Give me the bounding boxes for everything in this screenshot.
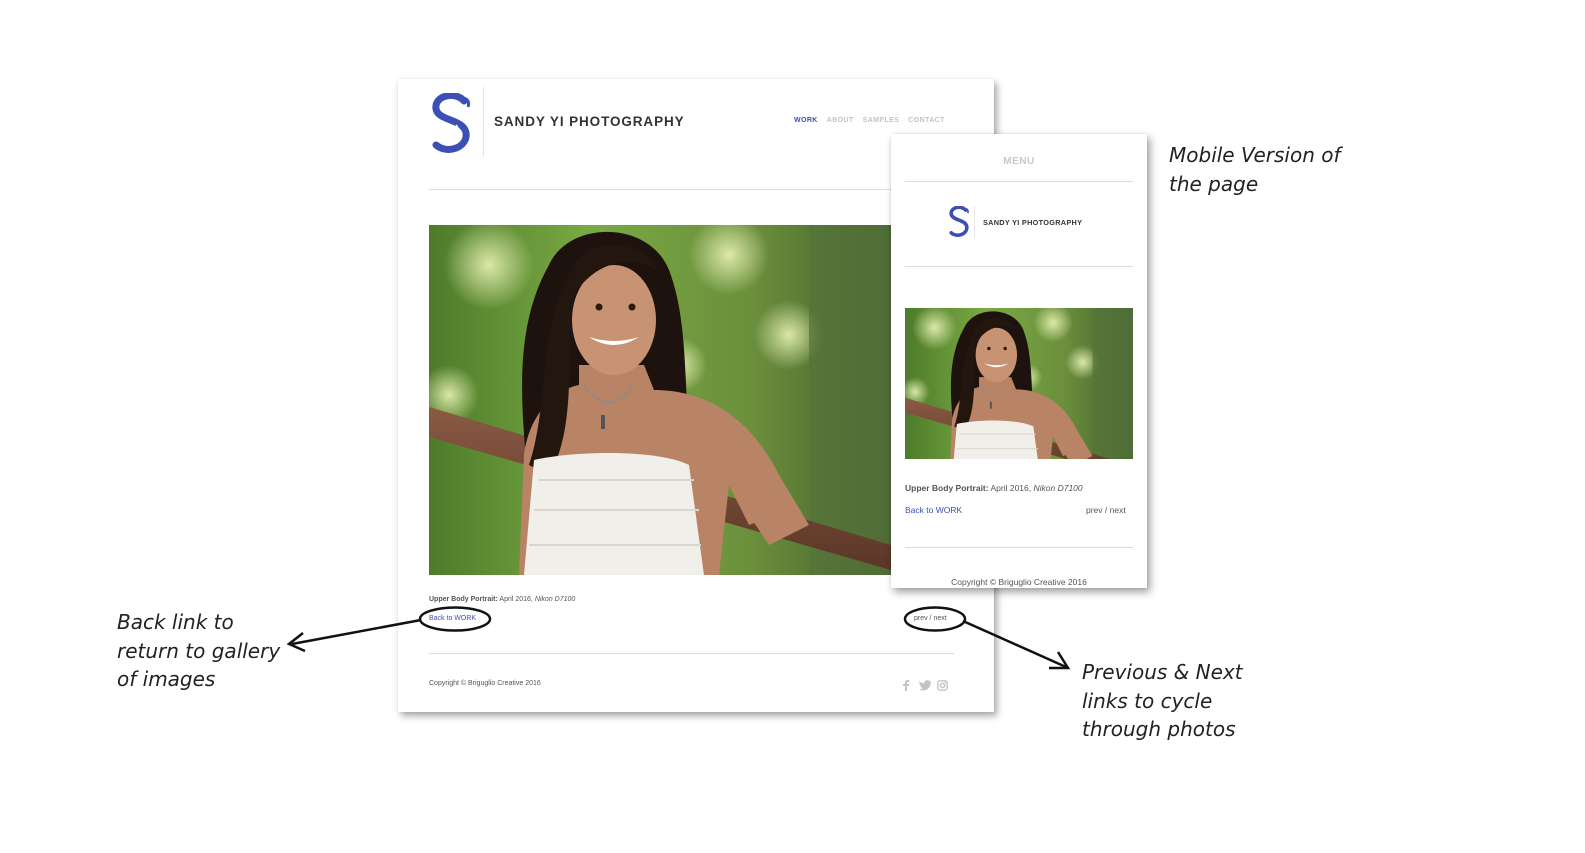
mobile-site-brand[interactable]: SANDY YI PHOTOGRAPHY — [983, 218, 1082, 227]
mobile-caption-title: Upper Body Portrait: — [905, 483, 989, 493]
footer-divider — [429, 653, 954, 654]
mobile-version-annotation: Mobile Version of the page — [1169, 141, 1369, 198]
annotation-line: of images — [117, 667, 216, 692]
facebook-icon[interactable] — [901, 678, 911, 691]
nav-item-work[interactable]: WORK — [794, 117, 818, 124]
caption-title: Upper Body Portrait: — [429, 596, 498, 603]
mobile-page-mockup: MENU SANDY YI PHOTOGRAPHY Upper Body Por… — [891, 134, 1147, 588]
nav-item-about[interactable]: ABOUT — [827, 117, 854, 124]
annotation-line: the page — [1169, 171, 1259, 196]
main-nav: WORK ABOUT SAMPLES CONTACT — [794, 117, 945, 124]
mobile-copyright-text: Copyright © Briguglio Creative 2016 — [951, 577, 1087, 587]
site-brand[interactable]: SANDY YI PHOTOGRAPHY — [494, 114, 685, 129]
prev-next-links[interactable]: prev / next — [914, 615, 947, 622]
header-divider — [429, 189, 954, 190]
photo-caption: Upper Body Portrait: April 2016, Nikon D… — [429, 596, 575, 603]
nav-item-contact[interactable]: CONTACT — [908, 117, 945, 124]
mobile-menu-button[interactable]: MENU — [891, 156, 1147, 167]
caption-date: April 2016, — [497, 596, 535, 603]
mobile-prev-next-links[interactable]: prev / next — [1086, 505, 1126, 515]
back-to-work-link[interactable]: Back to WORK — [429, 615, 476, 622]
mobile-logo-divider — [974, 206, 975, 238]
mobile-header-divider — [905, 266, 1133, 267]
annotation-line: Previous & Next — [1082, 660, 1243, 684]
annotation-line: through photos — [1082, 717, 1236, 742]
instagram-icon[interactable] — [937, 678, 948, 691]
mobile-caption-date: April 2016, — [988, 483, 1034, 493]
mobile-portrait-photo — [905, 308, 1133, 459]
prev-next-annotation: Previous & Next links to cycle through p… — [1082, 658, 1272, 744]
mobile-back-to-work-link[interactable]: Back to WORK — [905, 505, 962, 515]
annotation-line: Back link to — [117, 610, 234, 634]
annotation-line: Mobile Version of — [1169, 143, 1341, 167]
mobile-caption-camera: Nikon D7100 — [1033, 483, 1083, 493]
mobile-photo-caption: Upper Body Portrait: April 2016, Nikon D… — [905, 483, 1083, 493]
back-link-annotation: Back link to return to gallery of images — [117, 608, 297, 694]
copyright-text: Copyright © Briguglio Creative 2016 — [429, 680, 541, 687]
nav-item-samples[interactable]: SAMPLES — [863, 117, 900, 124]
twitter-icon[interactable] — [918, 678, 932, 691]
logo-icon[interactable] — [428, 91, 474, 155]
logo-divider — [483, 87, 484, 157]
social-links — [901, 678, 948, 691]
annotation-line: return to gallery — [117, 638, 281, 663]
caption-camera: Nikon D7100 — [534, 596, 576, 603]
mobile-menu-divider — [905, 181, 1133, 182]
portrait-photo — [429, 225, 891, 575]
mobile-footer-divider — [905, 547, 1133, 548]
annotation-line: links to cycle — [1082, 688, 1213, 713]
mobile-logo-icon[interactable] — [947, 205, 971, 238]
